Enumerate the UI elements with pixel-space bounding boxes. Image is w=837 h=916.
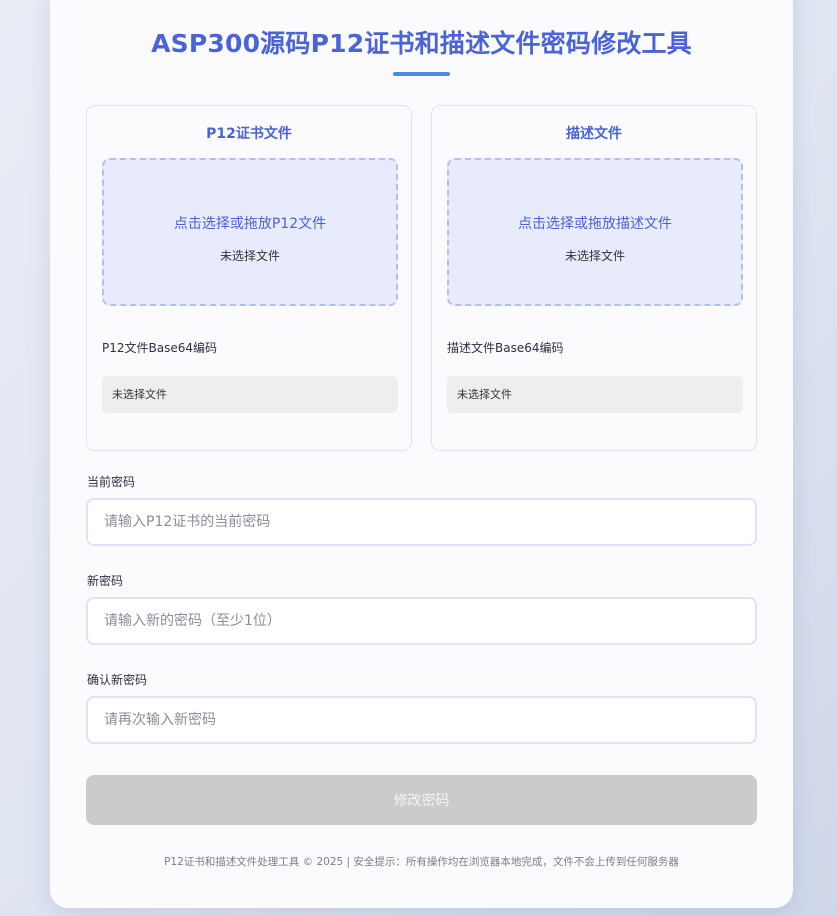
change-password-button[interactable]: 修改密码	[86, 775, 757, 825]
p12-dropzone[interactable]: 点击选择或拖放P12文件 未选择文件	[102, 158, 398, 306]
confirm-password-input[interactable]	[86, 696, 757, 744]
p12-file-status: 未选择文件	[219, 249, 280, 263]
new-password-label: 新密码	[87, 574, 124, 588]
profile-panel: 描述文件 点击选择或拖放描述文件 未选择文件 描述文件Base64编码 未选择文…	[431, 105, 757, 451]
new-password-input[interactable]	[86, 597, 757, 645]
p12-base64-output[interactable]: 未选择文件	[102, 376, 398, 413]
profile-base64-label: 描述文件Base64编码	[447, 341, 564, 355]
current-password-input[interactable]	[86, 498, 757, 546]
profile-drop-prompt: 点击选择或拖放描述文件	[518, 216, 672, 232]
p12-base64-label: P12文件Base64编码	[102, 341, 217, 355]
p12-panel-title: P12证书文件	[206, 126, 292, 142]
profile-panel-title: 描述文件	[566, 126, 622, 142]
profile-dropzone[interactable]: 点击选择或拖放描述文件 未选择文件	[447, 158, 743, 306]
profile-base64-output[interactable]: 未选择文件	[447, 376, 743, 413]
footer-text: P12证书和描述文件处理工具 © 2025 | 安全提示：所有操作均在浏览器本地…	[164, 856, 679, 868]
main-card: ASP300源码P12证书和描述文件密码修改工具 P12证书文件 点击选择或拖放…	[50, 0, 793, 908]
profile-file-status: 未选择文件	[564, 249, 625, 263]
page-title: ASP300源码P12证书和描述文件密码修改工具	[151, 29, 692, 58]
p12-panel: P12证书文件 点击选择或拖放P12文件 未选择文件 P12文件Base64编码…	[86, 105, 412, 451]
p12-drop-prompt: 点击选择或拖放P12文件	[173, 216, 327, 232]
current-password-label: 当前密码	[87, 475, 136, 489]
confirm-password-label: 确认新密码	[87, 673, 148, 687]
title-underline	[393, 72, 450, 76]
